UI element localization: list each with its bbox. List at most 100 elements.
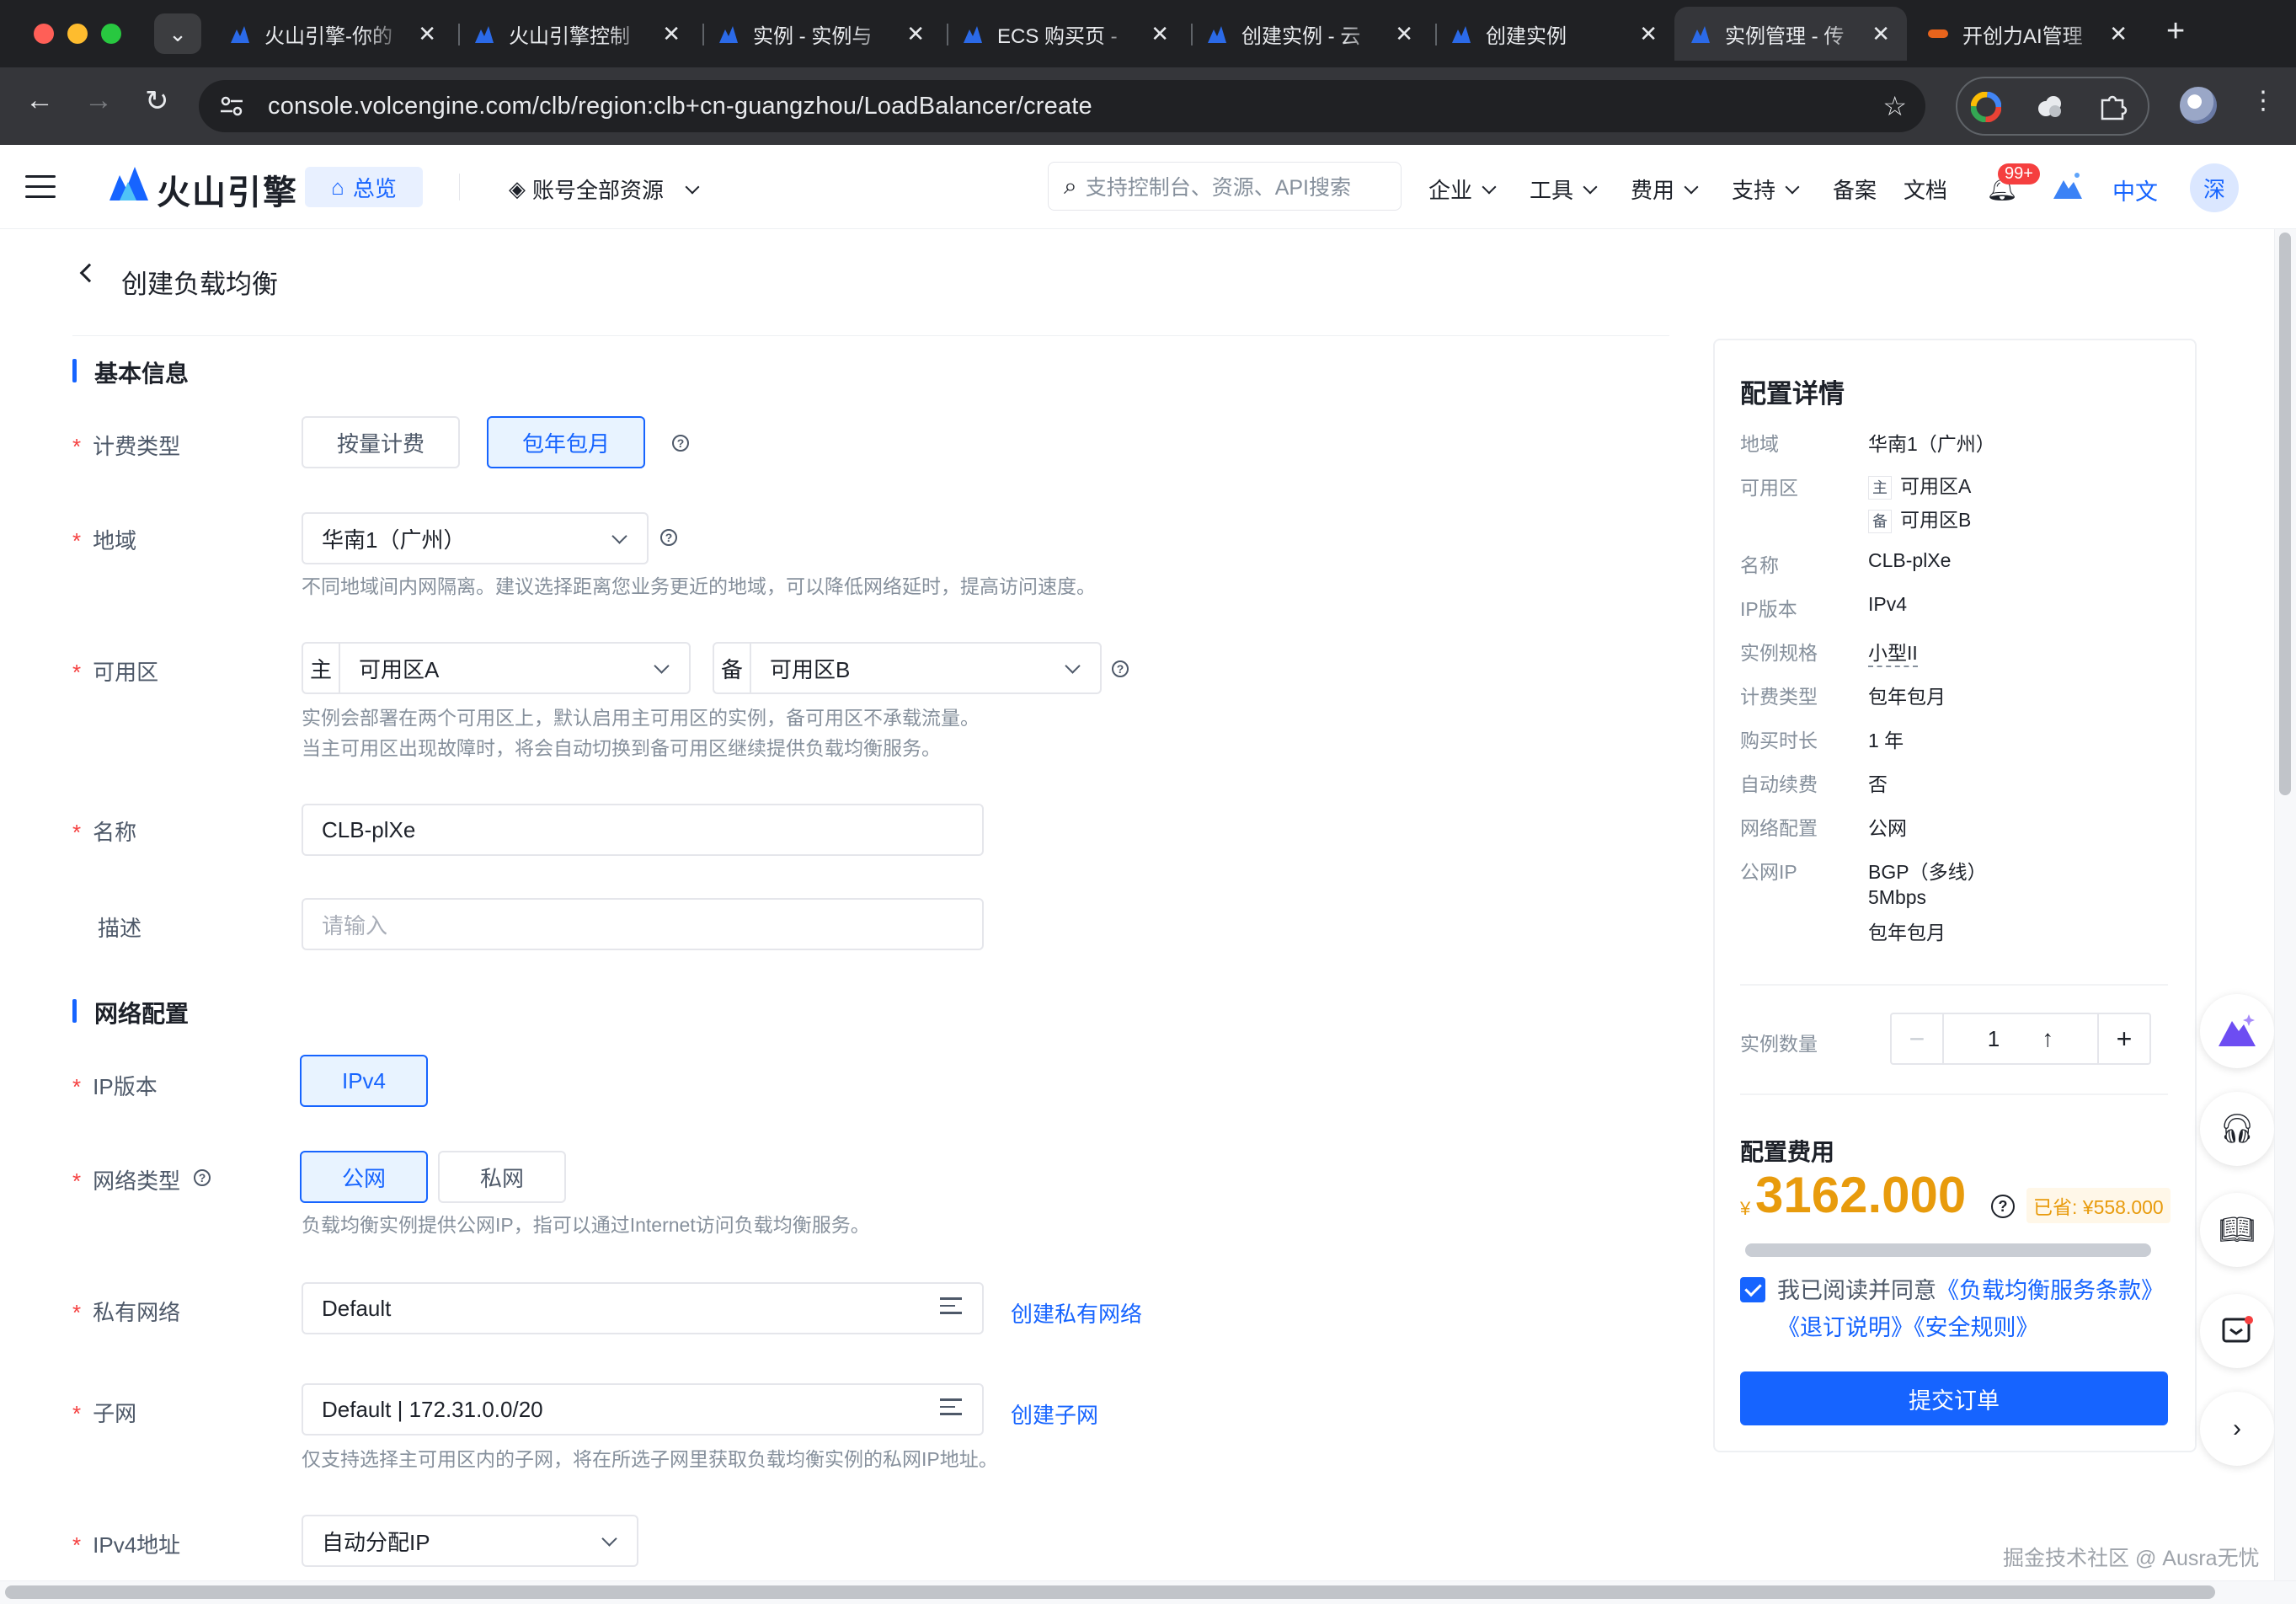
brand-logo-text[interactable]: 火山引擎 [157, 165, 298, 214]
network-type-public-option[interactable]: 公网 [300, 1151, 428, 1203]
instance-quantity-stepper[interactable]: − 1 ↑ + [1890, 1013, 2151, 1065]
language-switch[interactable]: 中文 [2112, 174, 2158, 206]
tab-title: ECS 购买页 - [997, 24, 1118, 48]
tab-close-icon[interactable]: ✕ [2109, 21, 2128, 47]
window-close-icon[interactable] [34, 24, 54, 44]
browser-tab[interactable]: 实例 - 实例与 ✕ [702, 7, 942, 61]
create-subnet-link[interactable]: 创建子网 [1011, 1398, 1098, 1430]
docs-book-button[interactable]: 📖︎ [2200, 1193, 2274, 1267]
browser-tab-active[interactable]: 实例管理 - 传 ✕ [1674, 7, 1907, 61]
name-label: * 名称 [72, 820, 137, 845]
instance-quantity-label: 实例数量 [1740, 1033, 1818, 1055]
back-arrow-icon[interactable]: ← [25, 84, 54, 117]
window-minimize-icon[interactable] [67, 24, 88, 44]
hamburger-menu-icon[interactable] [25, 175, 56, 206]
help-circle-icon[interactable]: ? [660, 529, 677, 546]
menu-filing[interactable]: 备案 [1833, 174, 1877, 205]
reload-icon[interactable]: ↻ [145, 84, 169, 118]
tab-close-icon[interactable]: ✕ [1395, 21, 1413, 47]
help-circle-icon[interactable]: ? [672, 435, 689, 452]
color-wheel-extension-icon[interactable] [1971, 92, 2001, 122]
account-resources-label: 账号全部资源 [532, 178, 665, 203]
ai-assistant-float-button[interactable] [2200, 994, 2274, 1068]
overview-label: 总览 [352, 175, 397, 201]
menu-billing[interactable]: 费用 [1631, 174, 1699, 205]
network-type-private-option[interactable]: 私网 [438, 1151, 566, 1203]
create-vpc-link[interactable]: 创建私有网络 [1011, 1297, 1142, 1329]
menu-tools[interactable]: 工具 [1530, 174, 1598, 205]
collapse-sidebar-button[interactable]: › [2200, 1392, 2274, 1466]
browser-tab[interactable]: 创建实例 - 云 ✕ [1191, 7, 1430, 61]
cloud-extension-icon[interactable] [2035, 92, 2065, 122]
summary-spec-value[interactable]: 小型II [1868, 637, 1918, 667]
name-input[interactable]: CLB-plXe [302, 804, 984, 856]
ip-version-ipv4-option[interactable]: IPv4 [300, 1055, 428, 1107]
browser-tab[interactable]: ECS 购买页 - ✕ [947, 7, 1186, 61]
decrement-button[interactable]: − [1892, 1014, 1944, 1063]
address-bar[interactable]: console.volcengine.com/clb/region:clb+cn… [199, 80, 1925, 132]
tab-close-icon[interactable]: ✕ [662, 21, 681, 47]
account-resources-dropdown[interactable]: ◈ 账号全部资源 [509, 174, 700, 205]
billing-pay-as-you-go-option[interactable]: 按量计费 [302, 416, 460, 468]
customer-service-button[interactable]: 🎧︎ [2200, 1092, 2274, 1166]
overview-button[interactable]: ⌂ 总览 [305, 167, 423, 207]
chevron-down-icon [1684, 179, 1699, 194]
tab-close-icon[interactable]: ✕ [1639, 21, 1658, 47]
tab-close-icon[interactable]: ✕ [906, 21, 925, 47]
tab-search-chevron-icon[interactable]: ⌄ [154, 13, 201, 54]
menu-docs[interactable]: 文档 [1904, 174, 1947, 205]
quantity-value[interactable]: 1 [1988, 1026, 2000, 1052]
browser-tab[interactable]: 开创力AI管理 ✕ [1912, 7, 2144, 61]
help-circle-icon[interactable]: ? [194, 1169, 211, 1186]
global-search-input[interactable]: ⌕ 支持控制台、资源、API搜索 [1048, 162, 1402, 211]
ai-assistant-mountain-icon[interactable] [2052, 170, 2084, 202]
primary-tag: 主 [1868, 476, 1892, 500]
price-help-icon[interactable]: ? [1991, 1195, 2015, 1218]
chevron-down-icon [1583, 179, 1598, 194]
billing-subscription-option[interactable]: 包年包月 [487, 416, 645, 468]
tab-close-icon[interactable]: ✕ [418, 21, 436, 47]
agree-checkbox[interactable] [1740, 1277, 1765, 1302]
forward-arrow-icon[interactable]: → [84, 84, 113, 117]
browser-tab[interactable]: 创建实例 ✕ [1435, 7, 1674, 61]
description-input[interactable]: 请输入 [302, 898, 984, 950]
volcengine-logo-icon[interactable] [108, 163, 150, 204]
horizontal-scrollbar-thumb[interactable] [5, 1585, 2215, 1599]
summary-zone-backup: 备可用区B [1868, 504, 1971, 533]
browser-tab[interactable]: 火山引擎-你的 ✕ [214, 7, 453, 61]
section-basic-info: 基本信息 [72, 356, 189, 389]
increment-button[interactable]: + [2097, 1014, 2149, 1063]
chrome-menu-kebab-icon[interactable]: ⋮ [2251, 86, 2276, 115]
puzzle-extensions-icon[interactable] [2097, 92, 2128, 122]
vpc-value: Default [322, 1295, 392, 1321]
tab-close-icon[interactable]: ✕ [1151, 21, 1169, 47]
new-tab-plus-icon[interactable]: + [2166, 13, 2185, 50]
summary-ip-key: IP版本 [1740, 598, 1797, 620]
back-chevron-icon[interactable] [79, 263, 99, 283]
feedback-button[interactable] [2200, 1294, 2274, 1368]
browser-tab[interactable]: 火山引擎控制 ✕ [458, 7, 697, 61]
subnet-label: * 子网 [72, 1401, 137, 1426]
window-zoom-icon[interactable] [101, 24, 121, 44]
backup-zone-select[interactable]: 备 可用区B [713, 642, 1102, 694]
price-scrollbar[interactable] [1745, 1243, 2151, 1257]
bookmark-star-icon[interactable]: ☆ [1882, 90, 1907, 122]
summary-divider [1740, 1093, 2168, 1095]
primary-zone-select[interactable]: 主 可用区A [302, 642, 691, 694]
page-title: 创建负载均衡 [121, 270, 278, 299]
tab-close-icon[interactable]: ✕ [1872, 21, 1890, 47]
user-avatar[interactable]: 深 [2190, 163, 2239, 212]
region-select[interactable]: 华南1（广州） [302, 512, 649, 564]
site-settings-icon[interactable] [217, 92, 246, 120]
summary-network-value: 公网 [1868, 817, 1907, 839]
chrome-profile-avatar[interactable] [2180, 87, 2217, 124]
subnet-select[interactable]: Default | 172.31.0.0/20 [302, 1383, 984, 1436]
ipv4-address-select[interactable]: 自动分配IP [302, 1515, 638, 1567]
arrow-up-icon[interactable]: ↑ [2042, 1025, 2053, 1052]
menu-support[interactable]: 支持 [1732, 174, 1800, 205]
vpc-select[interactable]: Default [302, 1282, 984, 1334]
menu-enterprise[interactable]: 企业 [1428, 174, 1497, 205]
vertical-scrollbar-thumb[interactable] [2279, 233, 2291, 795]
help-circle-icon[interactable]: ? [1112, 660, 1129, 677]
submit-order-button[interactable]: 提交订单 [1740, 1371, 2168, 1425]
